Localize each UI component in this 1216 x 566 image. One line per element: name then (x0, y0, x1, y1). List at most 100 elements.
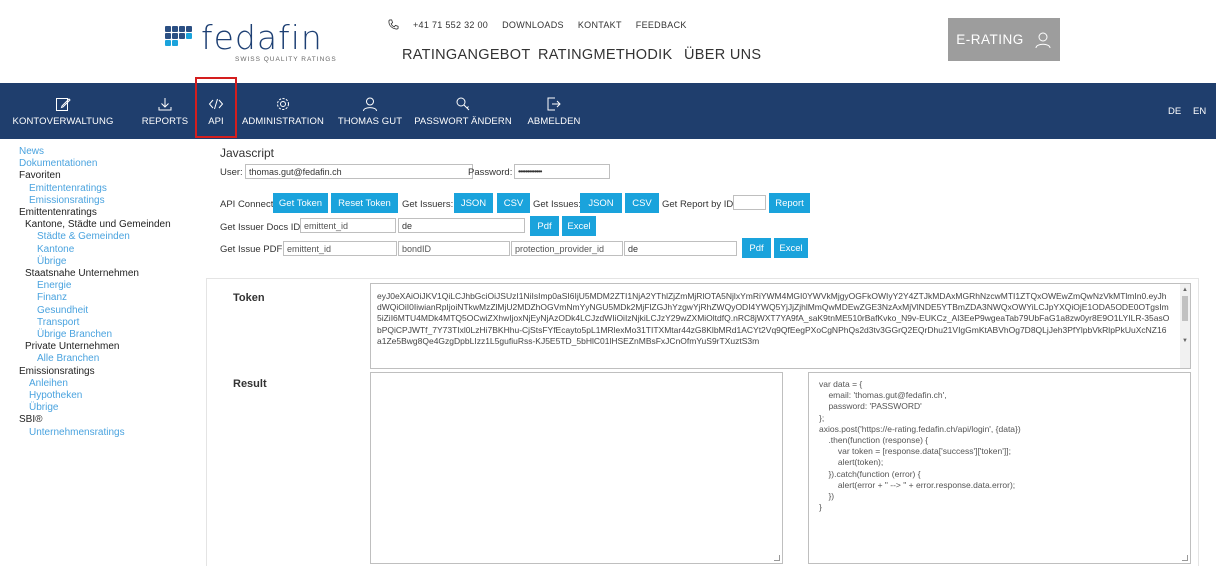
issuer-docs-pdf-button[interactable]: Pdf (530, 216, 559, 236)
user-icon (1035, 32, 1051, 48)
sidebar-item-emissionsratings[interactable]: Emissionsratings (19, 195, 209, 207)
issuers-json-button[interactable]: JSON (454, 193, 493, 213)
nav-label: THOMAS GUT (337, 115, 403, 127)
nav-label: REPORTS (141, 115, 189, 127)
resize-handle-icon[interactable] (774, 555, 780, 561)
logo-tagline: SWISS QUALITY RATINGS (235, 56, 337, 63)
sidebar-heading-emissionsratings: Emissionsratings (19, 365, 95, 377)
sidebar-heading-favoriten: Favoriten (19, 170, 61, 182)
nav-ratingangebot[interactable]: RATINGANGEBOT (402, 47, 538, 63)
issue-pdf-excel-button[interactable]: Excel (774, 238, 808, 258)
get-issues-label: Get Issues: (533, 199, 582, 210)
api-connect-label: API Connect (220, 199, 274, 210)
get-token-button[interactable]: Get Token (273, 193, 328, 213)
issuer-docs-lang-input[interactable]: de (398, 218, 525, 233)
sidebar-item-emittentenratings[interactable]: Emittentenratings (19, 183, 209, 195)
key-icon (456, 97, 470, 110)
password-input[interactable]: ••••••••••••• (514, 164, 610, 179)
sidebar-item-übrige[interactable]: Übrige (19, 402, 209, 414)
logout-icon (547, 97, 561, 110)
feedback-link[interactable]: FEEDBACK (636, 20, 687, 30)
lang-de[interactable]: DE (1168, 83, 1181, 139)
token-value: eyJ0eXAiOiJKV1QiLCJhbGciOiJSUzI1NiIsImp0… (377, 291, 1170, 346)
gear-icon (277, 97, 289, 110)
sidebar-heading-private-unternehmen: Private Unternehmen (25, 341, 120, 353)
sidebar-item-news[interactable]: News (19, 146, 209, 158)
scroll-up-icon[interactable]: ▲ (1182, 287, 1188, 293)
issuer-docs-id-input[interactable]: emittent_id (300, 218, 396, 233)
nav-kontoverwaltung[interactable]: KONTOVERWALTUNG (13, 83, 113, 139)
get-report-label: Get Report by ID: (662, 199, 736, 210)
sidebar-heading-sbi: SBI® (19, 414, 43, 426)
result-label: Result (233, 378, 267, 390)
issues-csv-button[interactable]: CSV (625, 193, 659, 213)
phone-icon (388, 19, 399, 30)
sidebar-item-städte-gemeinden[interactable]: Städte & Gemeinden (19, 231, 209, 243)
account-nav-bar: KONTOVERWALTUNG REPORTS API ADMINISTRATI… (0, 83, 1216, 139)
issuers-csv-button[interactable]: CSV (497, 193, 530, 213)
sidebar-item-übrige-branchen[interactable]: Übrige Branchen (19, 329, 209, 341)
download-icon (158, 97, 172, 110)
section-title: Javascript (220, 146, 275, 160)
sidebar-item-dokumentationen[interactable]: Dokumentationen (19, 158, 209, 170)
token-scrollbar[interactable]: ▲ ▼ (1180, 284, 1190, 368)
get-issuers-label: Get Issuers: (402, 199, 454, 210)
sidebar-item-übrige[interactable]: Übrige (19, 256, 209, 268)
nav-administration[interactable]: ADMINISTRATION (238, 83, 328, 139)
main-nav: RATINGANGEBOT RATINGMETHODIK ÜBER UNS (402, 47, 761, 63)
code-example-textarea[interactable]: var data = { email: 'thomas.gut@fedafin.… (808, 372, 1191, 564)
logo-wordmark: fedafin (201, 18, 323, 57)
fedafin-logo[interactable]: fedafin SWISS QUALITY RATINGS (165, 18, 345, 64)
scroll-thumb[interactable] (1182, 296, 1188, 321)
user-label: User: (220, 167, 243, 178)
nav-thomas-gut[interactable]: THOMAS GUT (335, 83, 405, 139)
user-input[interactable]: thomas.gut@fedafin.ch (245, 164, 473, 179)
sidebar-heading-kantone-städte-und-gemeinden: Kantone, Städte und Gemeinden (25, 219, 171, 231)
nav-label: ABMELDEN (527, 115, 581, 127)
report-button[interactable]: Report (769, 193, 810, 213)
sidebar-nav: News Dokumentationen Favoriten Emittentenra… (19, 146, 209, 439)
result-output-textarea[interactable] (370, 372, 783, 564)
issuer-docs-excel-button[interactable]: Excel (562, 216, 596, 236)
sidebar-heading-emittentenratings: Emittentenratings (19, 207, 97, 219)
lang-en[interactable]: EN (1193, 83, 1206, 139)
edit-icon (56, 97, 71, 111)
site-header: fedafin SWISS QUALITY RATINGS +41 71 552… (0, 0, 1216, 83)
sidebar-item-energie[interactable]: Energie (19, 280, 209, 292)
sidebar-item-gesundheit[interactable]: Gesundheit (19, 305, 209, 317)
token-textarea[interactable]: eyJ0eXAiOiJKV1QiLCJhbGciOiJSUzI1NiIsImp0… (370, 283, 1191, 369)
nav-label: KONTOVERWALTUNG (12, 115, 114, 127)
api-highlight-box (195, 77, 237, 138)
sidebar-item-hypotheken[interactable]: Hypotheken (19, 390, 209, 402)
issues-json-button[interactable]: JSON (580, 193, 622, 213)
nav-ratingmethodik[interactable]: RATINGMETHODIK (538, 47, 684, 63)
kontakt-link[interactable]: KONTAKT (578, 20, 622, 30)
issue-pdf-bond-input[interactable]: bondID (398, 241, 510, 256)
result-output (371, 373, 782, 385)
issue-pdf-lang-input[interactable]: de (624, 241, 737, 256)
scroll-down-icon[interactable]: ▼ (1182, 338, 1188, 344)
sidebar-item-finanz[interactable]: Finanz (19, 292, 209, 304)
nav-label: PASSWORT ÄNDERN (414, 115, 512, 127)
issue-pdf-emittent-input[interactable]: emittent_id (283, 241, 397, 256)
issue-pdf-provider-input[interactable]: protection_provider_id (511, 241, 623, 256)
nav-abmelden[interactable]: ABMELDEN (524, 83, 584, 139)
report-id-input[interactable] (733, 195, 766, 210)
downloads-link[interactable]: DOWNLOADS (502, 20, 564, 30)
phone-number[interactable]: +41 71 552 32 00 (413, 20, 488, 30)
sidebar-item-kantone[interactable]: Kantone (19, 244, 209, 256)
sidebar-item-transport[interactable]: Transport (19, 317, 209, 329)
sidebar-item-unternehmensratings[interactable]: Unternehmensratings (19, 427, 209, 439)
sidebar-item-alle-branchen[interactable]: Alle Branchen (19, 353, 209, 365)
nav-ueber-uns[interactable]: ÜBER UNS (684, 47, 761, 63)
issue-pdf-pdf-button[interactable]: Pdf (742, 238, 771, 258)
code-example: var data = { email: 'thomas.gut@fedafin.… (819, 379, 1021, 513)
nav-reports[interactable]: REPORTS (140, 83, 190, 139)
reset-token-button[interactable]: Reset Token (331, 193, 398, 213)
nav-passwort-aendern[interactable]: PASSWORT ÄNDERN (413, 83, 513, 139)
sidebar-item-anleihen[interactable]: Anleihen (19, 378, 209, 390)
sidebar-heading-staatsnahe-unternehmen: Staatsnahe Unternehmen (25, 268, 139, 280)
resize-handle-icon[interactable] (1182, 555, 1188, 561)
e-rating-button[interactable]: E-RATING (948, 18, 1060, 61)
password-label: Password: (468, 167, 513, 178)
